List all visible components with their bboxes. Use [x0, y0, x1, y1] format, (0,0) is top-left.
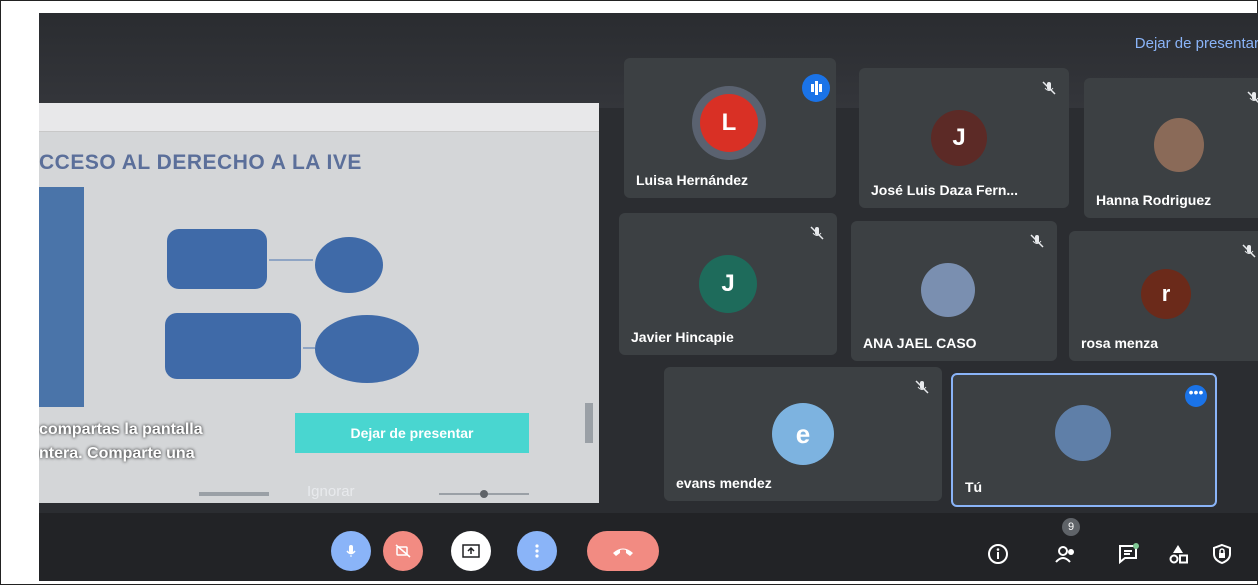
avatar-photo — [1154, 118, 1204, 172]
participant-tile[interactable]: ANA JAEL CASO — [851, 221, 1057, 361]
participant-tile[interactable]: J Javier Hincapie — [619, 213, 837, 355]
chat-button[interactable] — [1115, 541, 1141, 567]
avatar-initial: L — [721, 109, 737, 136]
diagram-oval — [315, 237, 383, 293]
people-icon — [1055, 546, 1074, 563]
avatar: J — [699, 255, 757, 313]
photo-frame: Dejar de presentar CCESO AL DERECHO A LA… — [0, 0, 1258, 585]
camera-off-button[interactable] — [383, 531, 423, 571]
present-screen-button[interactable] — [451, 531, 491, 571]
share-warning-line: ntera. Comparte una — [39, 445, 195, 462]
mic-off-icon — [1247, 91, 1258, 104]
stop-presenting-link[interactable]: Dejar de presentar — [1135, 35, 1258, 52]
more-options-button[interactable] — [517, 531, 557, 571]
diagram-box — [167, 229, 267, 289]
slide-status-bar — [199, 490, 529, 498]
info-icon — [988, 544, 1008, 564]
participant-tile[interactable]: e evans mendez — [664, 367, 942, 501]
shield-lock-icon — [1213, 543, 1231, 565]
avatar: L — [700, 94, 758, 152]
participant-tile[interactable]: r rosa menza — [1069, 231, 1258, 361]
avatar: r — [1141, 269, 1191, 319]
share-warning-text: compartas la pantalla ntera. Comparte un… — [39, 418, 203, 466]
participant-name: ANA JAEL CASO — [863, 335, 977, 351]
participant-tile[interactable]: L Luisa Hernández — [624, 58, 836, 198]
mic-off-icon — [1030, 234, 1044, 248]
participant-name: Tú — [965, 479, 983, 495]
shapes-icon — [1169, 545, 1188, 564]
audio-bars-icon — [811, 81, 822, 95]
slide-side-block — [39, 187, 84, 407]
participant-tile[interactable]: Hanna Rodriguez — [1084, 78, 1258, 218]
participant-tile[interactable]: J José Luis Daza Fern... — [859, 68, 1069, 208]
diagram-connector — [269, 259, 313, 261]
avatar-photo — [921, 263, 975, 317]
mic-off-icon — [915, 380, 929, 394]
stop-presenting-button[interactable]: Dejar de presentar — [295, 413, 529, 453]
participant-name: José Luis Daza Fern... — [871, 182, 1019, 198]
mic-off-icon — [1042, 81, 1056, 95]
meet-window: Dejar de presentar CCESO AL DERECHO A LA… — [39, 13, 1258, 581]
slide-scrollbar[interactable] — [585, 403, 593, 443]
meeting-details-button[interactable] — [985, 541, 1011, 567]
participants-button[interactable] — [1053, 541, 1079, 567]
avatar-initial: r — [1161, 281, 1171, 306]
host-controls-button[interactable] — [1209, 541, 1235, 567]
hang-up-icon — [613, 548, 633, 556]
diagram-oval — [315, 315, 419, 383]
mic-off-icon — [1242, 244, 1256, 258]
participant-name: Javier Hincapie — [631, 329, 734, 345]
self-tile[interactable]: ••• Tú — [951, 373, 1217, 507]
present-screen-icon — [462, 544, 480, 558]
speaking-indicator-icon — [802, 74, 830, 102]
mic-button[interactable] — [331, 531, 371, 571]
avatar-initial: J — [952, 124, 966, 151]
slide-title: CCESO AL DERECHO A LA IVE — [39, 151, 362, 174]
shared-screen: CCESO AL DERECHO A LA IVE compartas la p… — [39, 103, 599, 503]
mic-icon — [346, 545, 356, 557]
participant-name: rosa menza — [1081, 335, 1159, 351]
slide-toolbar — [39, 103, 599, 132]
activities-button[interactable] — [1165, 541, 1191, 567]
participants-count-badge: 9 — [1062, 518, 1080, 536]
participant-name: Luisa Hernández — [636, 172, 749, 188]
participant-name: Hanna Rodriguez — [1096, 192, 1212, 208]
end-call-button[interactable] — [587, 531, 659, 571]
share-warning-line: compartas la pantalla — [39, 421, 203, 438]
avatar-initial: J — [721, 270, 735, 297]
camera-off-icon — [395, 544, 411, 558]
avatar: e — [772, 403, 834, 465]
chat-icon — [1119, 543, 1139, 565]
diagram-box — [165, 313, 301, 379]
avatar-photo — [1055, 405, 1111, 461]
mic-off-icon — [810, 226, 824, 240]
participant-name: evans mendez — [676, 475, 772, 491]
more-vert-icon — [535, 544, 539, 558]
avatar: J — [931, 110, 987, 166]
avatar-initial: e — [795, 418, 811, 449]
more-options-icon[interactable]: ••• — [1185, 385, 1207, 407]
diagram-connector — [303, 347, 315, 349]
